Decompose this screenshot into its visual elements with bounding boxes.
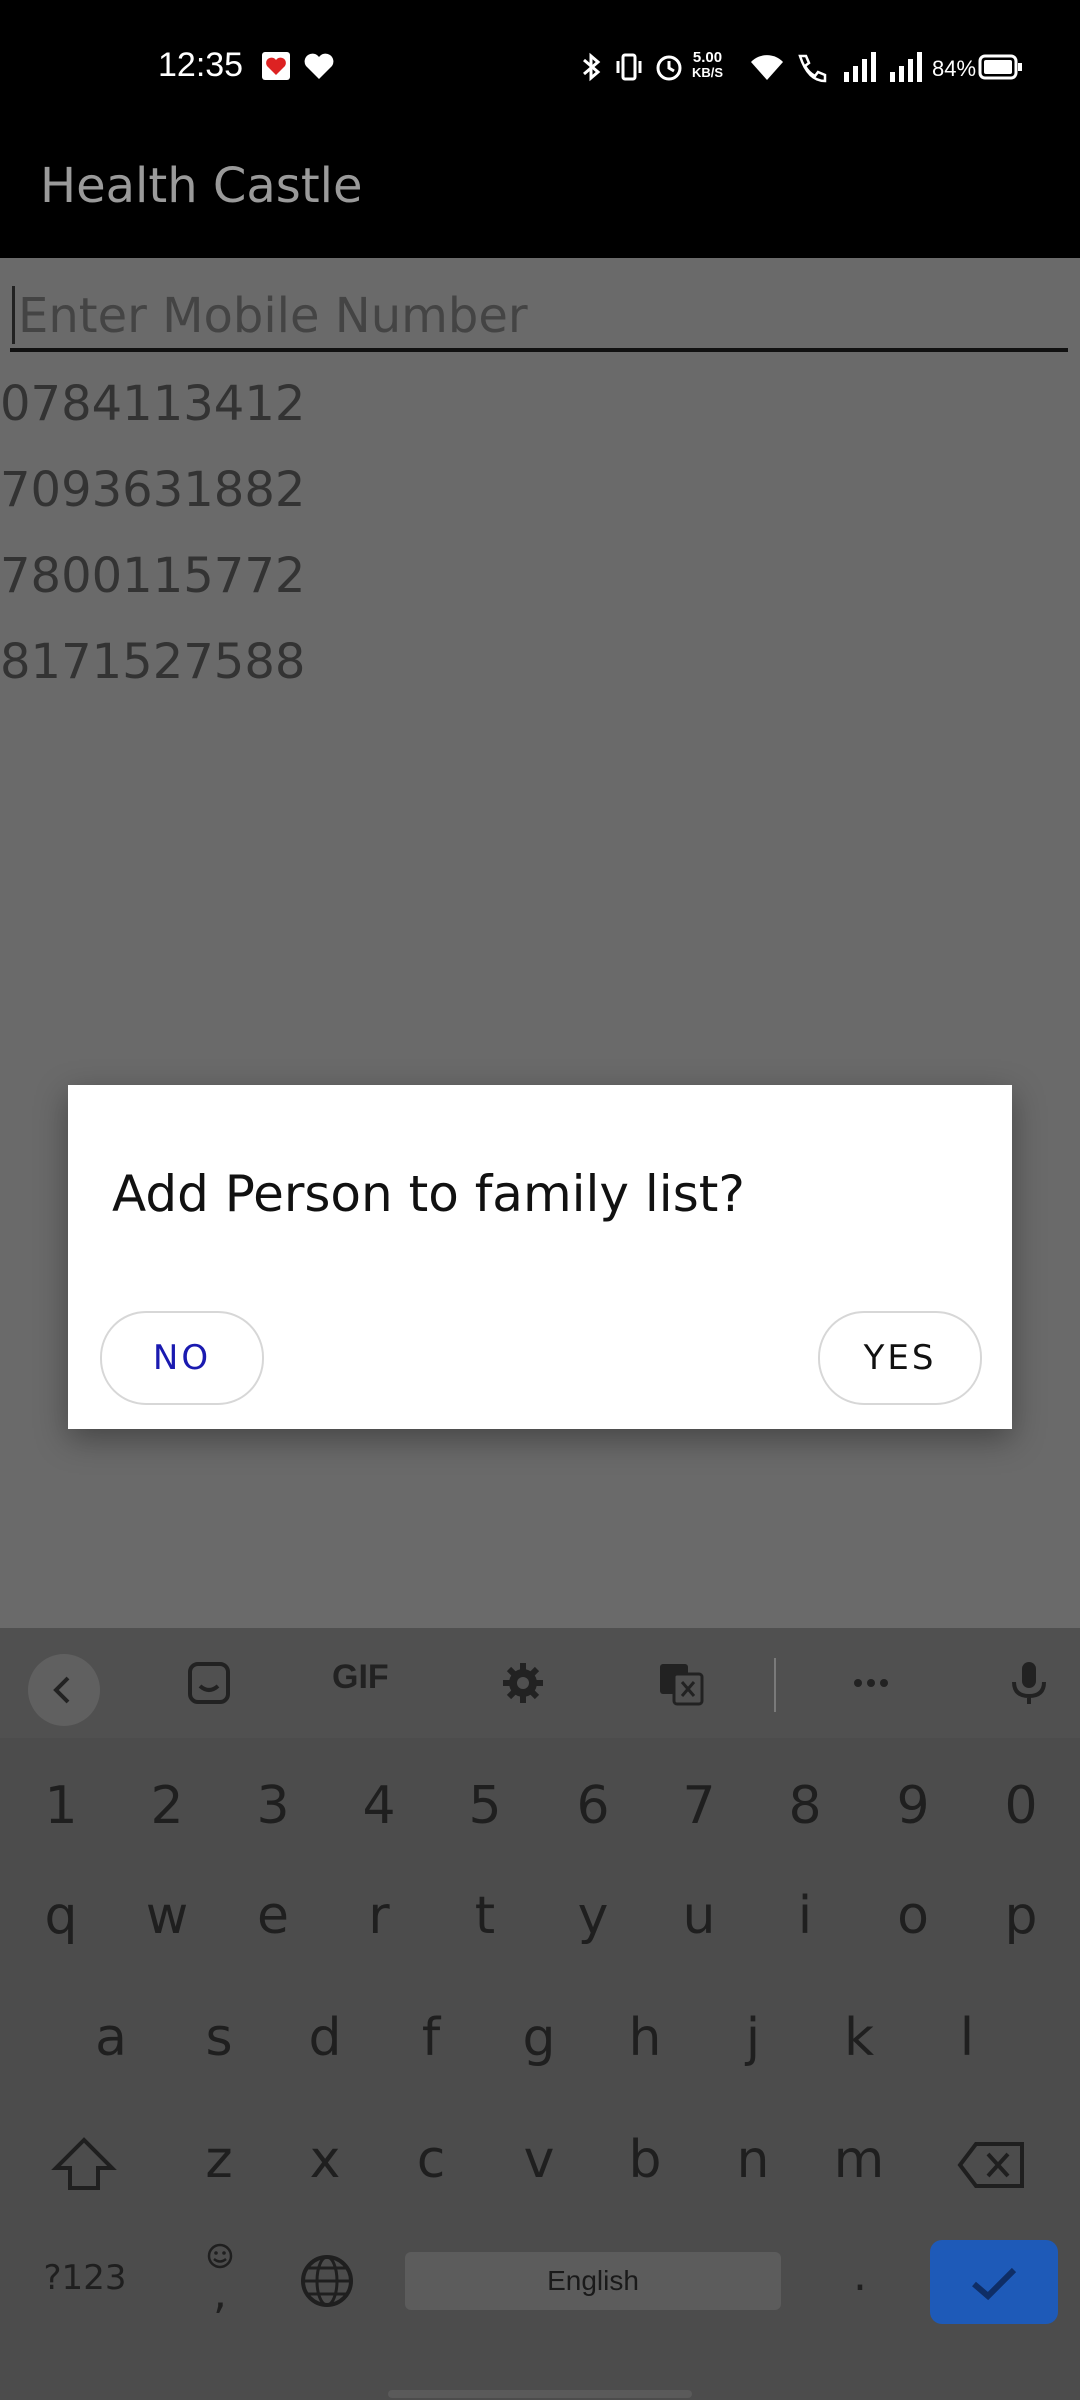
more-icon[interactable] <box>846 1658 896 1708</box>
net-speed-unit: KB/S <box>692 65 724 80</box>
enter-button[interactable] <box>930 2240 1058 2324</box>
globe-icon[interactable] <box>287 2246 367 2316</box>
backspace-icon[interactable] <box>954 2130 1034 2200</box>
check-icon <box>972 2267 1017 2301</box>
number-list: 0784113412 7093631882 7800115772 8171527… <box>0 376 305 720</box>
key[interactable]: x <box>285 2130 365 2190</box>
key[interactable]: l <box>927 2008 1007 2068</box>
key[interactable]: 6 <box>553 1776 633 1836</box>
key[interactable]: 3 <box>233 1776 313 1836</box>
space-bar[interactable]: English <box>405 2252 781 2310</box>
list-item[interactable]: 7093631882 <box>0 462 305 548</box>
network-speed: 5.00 KB/S <box>692 50 723 80</box>
wifi-calling-icon <box>794 50 828 84</box>
key[interactable]: 1 <box>21 1776 101 1836</box>
key[interactable]: z <box>179 2130 259 2190</box>
keyboard-back-button[interactable] <box>28 1654 100 1726</box>
key[interactable]: y <box>553 1886 633 1946</box>
key[interactable]: o <box>873 1886 953 1946</box>
key[interactable]: t <box>445 1886 525 1946</box>
keyboard-toolbar: GIF <box>0 1628 1080 1738</box>
key[interactable]: 8 <box>765 1776 845 1836</box>
key[interactable]: 2 <box>127 1776 207 1836</box>
key[interactable]: r <box>339 1886 419 1946</box>
key[interactable]: e <box>233 1886 313 1946</box>
key[interactable]: 9 <box>873 1776 953 1836</box>
toolbar-divider <box>774 1658 776 1712</box>
mic-icon[interactable] <box>1004 1658 1054 1708</box>
key[interactable]: c <box>391 2130 471 2190</box>
chevron-left-icon <box>53 1676 70 1704</box>
app-bar: Health Castle <box>0 136 1080 258</box>
translate-icon[interactable] <box>656 1658 706 1708</box>
home-indicator[interactable] <box>388 2390 692 2398</box>
period-key[interactable]: . <box>820 2250 900 2301</box>
key[interactable]: v <box>499 2130 579 2190</box>
dialog-message: Add Person to family list? <box>112 1165 745 1223</box>
comma-key[interactable]: , <box>180 2268 260 2319</box>
wifi-icon <box>748 50 783 84</box>
mobile-number-placeholder: Enter Mobile Number <box>18 288 528 344</box>
symbols-key[interactable]: ?123 <box>40 2258 130 2298</box>
key[interactable]: 0 <box>981 1776 1061 1836</box>
key[interactable]: k <box>819 2008 899 2068</box>
key[interactable]: i <box>765 1886 845 1946</box>
gear-icon[interactable] <box>498 1658 548 1708</box>
key[interactable]: n <box>713 2130 793 2190</box>
net-speed-value: 5.00 <box>692 49 723 66</box>
text-cursor <box>12 286 15 344</box>
mobile-number-input[interactable]: Enter Mobile Number <box>10 280 1068 352</box>
app-title: Health Castle <box>40 158 363 214</box>
key[interactable]: s <box>179 2008 259 2068</box>
vibrate-icon <box>612 50 646 84</box>
battery-percent: 84% <box>932 56 977 81</box>
status-time: 12:35 <box>158 46 244 84</box>
no-button[interactable]: NO <box>100 1311 264 1405</box>
list-item[interactable]: 0784113412 <box>0 376 305 462</box>
key[interactable]: 5 <box>445 1776 525 1836</box>
key[interactable]: w <box>127 1886 207 1946</box>
heart-icon <box>302 50 336 84</box>
key[interactable]: 7 <box>659 1776 739 1836</box>
alarm-icon <box>652 50 686 84</box>
key[interactable]: b <box>605 2130 685 2190</box>
key[interactable]: j <box>713 2008 793 2068</box>
status-bar: 12:35 5.00 KB/S 84% <box>0 0 1080 136</box>
bluetooth-icon <box>574 50 608 84</box>
health-app-icon <box>260 50 294 84</box>
key[interactable]: g <box>499 2008 579 2068</box>
key[interactable]: u <box>659 1886 739 1946</box>
key[interactable]: 4 <box>339 1776 419 1836</box>
signal-icon-2 <box>888 50 922 84</box>
key[interactable]: h <box>605 2008 685 2068</box>
keyboard: GIF 1 2 3 4 5 6 7 8 9 0 q w e r t y u i … <box>0 1628 1080 2400</box>
list-item[interactable]: 7800115772 <box>0 548 305 634</box>
gif-button[interactable]: GIF <box>332 1658 408 1708</box>
emoji-icon[interactable] <box>180 2224 260 2269</box>
yes-button[interactable]: YES <box>818 1311 982 1405</box>
key[interactable]: m <box>819 2130 899 2190</box>
key[interactable]: a <box>71 2008 151 2068</box>
key[interactable]: p <box>981 1886 1061 1946</box>
signal-icon <box>842 50 876 84</box>
confirm-dialog: Add Person to family list? NO YES <box>68 1085 1012 1429</box>
key[interactable]: f <box>391 2008 471 2068</box>
shift-icon[interactable] <box>44 2130 124 2200</box>
key[interactable]: d <box>285 2008 365 2068</box>
list-item[interactable]: 8171527588 <box>0 634 305 720</box>
sticker-icon[interactable] <box>184 1658 234 1708</box>
key[interactable]: q <box>21 1886 101 1946</box>
battery-icon <box>978 50 1024 84</box>
